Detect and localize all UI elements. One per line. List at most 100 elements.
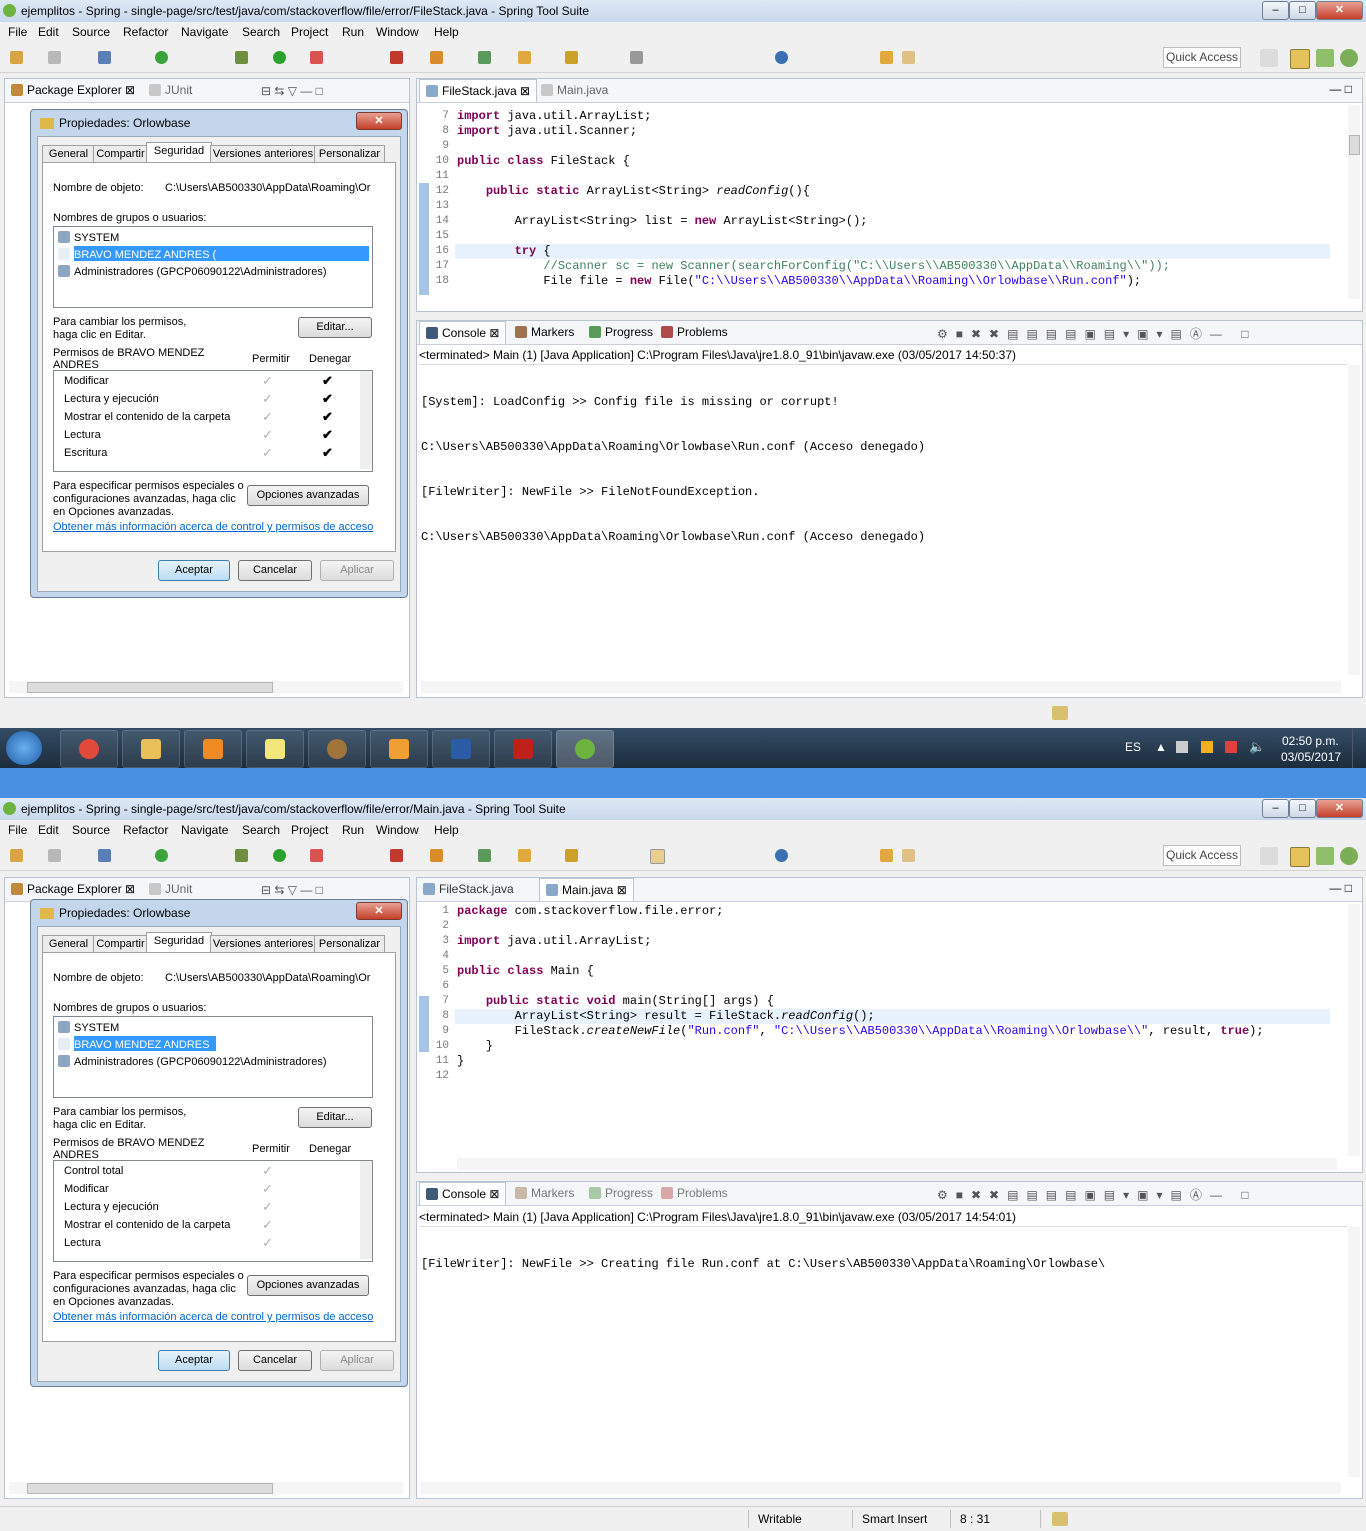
tab-console[interactable]: Console ⊠	[419, 1182, 507, 1205]
quick-access-input[interactable]: Quick Access	[1163, 47, 1241, 68]
more-info-link[interactable]: Obtener más información acerca de contro…	[53, 1311, 373, 1323]
menu-file[interactable]: File	[8, 25, 27, 39]
code-line[interactable]: public static ArrayList<String> readConf…	[457, 184, 810, 199]
show-desktop-button[interactable]	[1352, 728, 1366, 768]
tab-filestack[interactable]: FileStack.java	[423, 878, 514, 900]
winamp-taskbar-button[interactable]	[370, 730, 428, 768]
stop-icon[interactable]	[390, 849, 403, 862]
list-item[interactable]: SYSTEM	[58, 1021, 119, 1034]
run-icon[interactable]	[273, 849, 286, 862]
save-icon[interactable]	[48, 51, 61, 64]
tab-filestack[interactable]: FileStack.java ⊠	[419, 79, 538, 102]
language-indicator[interactable]: ES	[1125, 740, 1141, 754]
globe-icon[interactable]	[775, 51, 788, 64]
close-button[interactable]: ✕	[1316, 1, 1363, 20]
menu-run[interactable]: Run	[342, 25, 364, 39]
open-type-icon[interactable]	[478, 849, 491, 862]
folder-icon[interactable]	[518, 849, 531, 862]
tab-seguridad[interactable]: Seguridad	[146, 142, 212, 164]
menu-source[interactable]: Source	[72, 823, 110, 837]
status-icon[interactable]	[1052, 1512, 1068, 1526]
cancel-button[interactable]: Cancelar	[238, 1350, 312, 1371]
acorn-taskbar-button[interactable]	[308, 730, 366, 768]
spring-perspective-icon[interactable]	[1316, 847, 1334, 865]
vertical-scrollbar[interactable]	[1348, 105, 1360, 299]
cancel-button[interactable]: Cancelar	[238, 560, 312, 581]
mark-occurrences-icon[interactable]	[650, 849, 665, 864]
debug-icon[interactable]	[235, 51, 248, 64]
console-output[interactable]: [FileWriter]: NewFile >> Creating file R…	[421, 1227, 1105, 1302]
horizontal-scrollbar[interactable]	[421, 1482, 1341, 1494]
ok-button[interactable]: Aceptar	[158, 560, 230, 581]
menu-source[interactable]: Source	[72, 25, 110, 39]
tab-progress[interactable]: Progress	[589, 321, 653, 343]
code-line[interactable]: import java.util.ArrayList;	[457, 109, 651, 124]
menu-project[interactable]: Project	[291, 25, 328, 39]
console-output[interactable]: [System]: LoadConfig >> Config file is m…	[421, 365, 925, 575]
code-line[interactable]: public class FileStack {	[457, 154, 630, 169]
pin-icon[interactable]	[630, 51, 643, 64]
menu-search[interactable]: Search	[242, 25, 280, 39]
tab-junit[interactable]: JUnit	[149, 878, 192, 900]
code-line[interactable]: package com.stackoverflow.file.error;	[457, 904, 723, 919]
menu-window[interactable]: Window	[376, 25, 419, 39]
menu-file[interactable]: File	[8, 823, 27, 837]
menu-run[interactable]: Run	[342, 823, 364, 837]
boot-dashboard-icon[interactable]	[155, 849, 168, 862]
tab-package-explorer[interactable]: Package Explorer ⊠	[11, 79, 135, 101]
sublime-taskbar-button[interactable]	[184, 730, 242, 768]
tray-network-icon[interactable]	[1176, 741, 1188, 753]
new-class-icon[interactable]	[430, 51, 443, 64]
code-line[interactable]: public class Main {	[457, 964, 594, 979]
editor-min-max[interactable]: — □	[1329, 881, 1352, 895]
scroll-thumb[interactable]	[27, 1483, 273, 1494]
menu-navigate[interactable]: Navigate	[181, 823, 228, 837]
code-line[interactable]: ArrayList<String> result = FileStack.rea…	[457, 1009, 875, 1024]
ok-button[interactable]: Aceptar	[158, 1350, 230, 1371]
clock-time[interactable]: 02:50 p.m.	[1282, 734, 1339, 748]
users-list[interactable]: SYSTEM BRAVO MENDEZ ANDRES Administrador…	[53, 1016, 373, 1098]
terminal-icon[interactable]	[98, 51, 111, 64]
status-icon[interactable]	[1052, 706, 1068, 720]
code-line[interactable]: import java.util.Scanner;	[457, 124, 637, 139]
debug-perspective-icon[interactable]	[1340, 847, 1358, 865]
view-toolbar-icons[interactable]: ⊟ ⇆ ▽ — □	[261, 84, 323, 98]
menu-navigate[interactable]: Navigate	[181, 25, 228, 39]
apply-button[interactable]: Aplicar	[320, 1350, 394, 1371]
back-icon[interactable]	[880, 51, 893, 64]
stop-icon[interactable]	[390, 51, 403, 64]
menu-search[interactable]: Search	[242, 823, 280, 837]
menu-edit[interactable]: Edit	[38, 25, 59, 39]
list-item[interactable]: Administradores (GPCP06090122\Administra…	[58, 1055, 327, 1068]
vertical-scrollbar[interactable]	[360, 371, 372, 469]
external-tools-icon[interactable]	[310, 51, 323, 64]
debug-icon[interactable]	[235, 849, 248, 862]
scroll-thumb[interactable]	[27, 682, 273, 693]
sts-taskbar-button[interactable]	[556, 730, 614, 768]
spring-perspective-icon[interactable]	[1316, 49, 1334, 67]
tray-app-icon[interactable]	[1201, 741, 1213, 753]
list-item[interactable]: SYSTEM	[58, 231, 119, 244]
java-perspective-icon[interactable]	[1290, 847, 1310, 867]
maximize-button[interactable]: □	[1289, 799, 1316, 818]
tab-junit[interactable]: JUnit	[149, 79, 192, 101]
code-line[interactable]: ArrayList<String> list = new ArrayList<S…	[457, 214, 868, 229]
vertical-scrollbar[interactable]	[360, 1161, 372, 1259]
vertical-scrollbar[interactable]	[1348, 365, 1360, 675]
explorer-taskbar-button[interactable]	[122, 730, 180, 768]
code-line[interactable]: FileStack.createNewFile("Run.conf", "C:\…	[457, 1024, 1264, 1039]
code-line[interactable]: }	[457, 1054, 464, 1069]
menu-project[interactable]: Project	[291, 823, 328, 837]
advanced-options-button[interactable]: Opciones avanzadas	[247, 1275, 369, 1296]
dialog-close-button[interactable]: ✕	[356, 112, 402, 130]
tab-main[interactable]: Main.java	[541, 79, 608, 101]
users-list[interactable]: SYSTEM BRAVO MENDEZ ANDRES ( Administrad…	[53, 226, 373, 308]
back-icon[interactable]	[880, 849, 893, 862]
menu-refactor[interactable]: Refactor	[123, 823, 168, 837]
tab-console[interactable]: Console ⊠	[419, 321, 507, 344]
volume-icon[interactable]: 🔈	[1249, 739, 1265, 755]
close-button[interactable]: ✕	[1316, 799, 1363, 818]
tab-seguridad[interactable]: Seguridad	[146, 932, 212, 954]
tab-package-explorer[interactable]: Package Explorer ⊠	[11, 878, 135, 900]
save-icon[interactable]	[48, 849, 61, 862]
